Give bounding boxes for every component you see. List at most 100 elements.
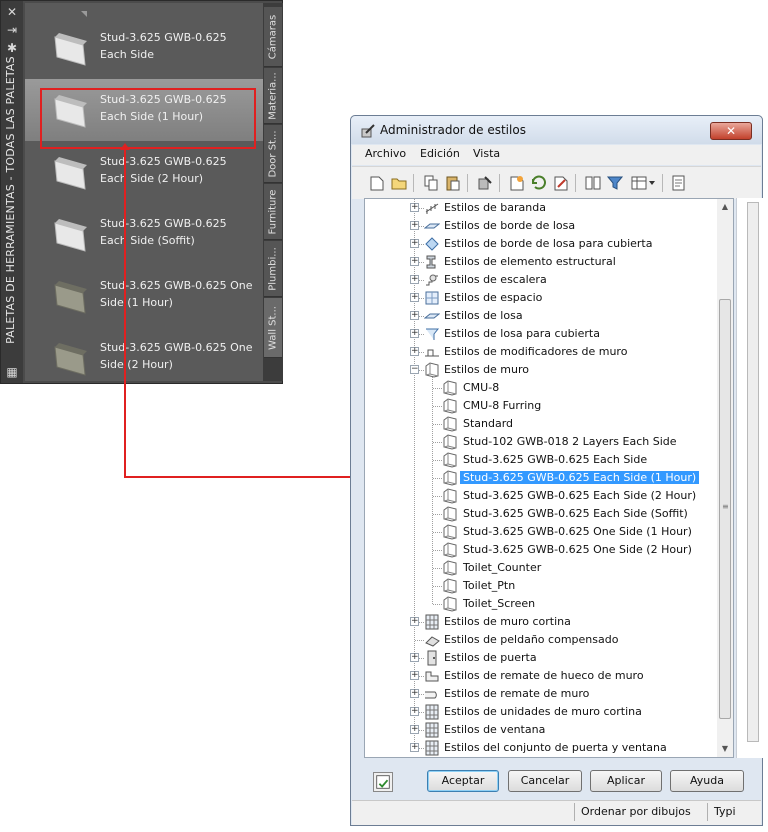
palette-highlight-box xyxy=(40,88,256,149)
inspector-icon[interactable] xyxy=(670,174,688,192)
details-scrollbar[interactable] xyxy=(747,202,759,742)
open-drawing-icon[interactable] xyxy=(390,174,408,192)
tree-style-row[interactable]: Toilet_Counter xyxy=(365,559,717,577)
tree-category-row[interactable]: + Estilos de baranda xyxy=(365,199,717,217)
tree-style-row[interactable]: Toilet_Screen xyxy=(365,595,717,613)
palette-tab[interactable]: Door St... xyxy=(264,125,282,183)
tree-style-row[interactable]: Standard xyxy=(365,415,717,433)
tree-category-row[interactable]: + Estilos de puerta xyxy=(365,649,717,667)
close-button[interactable]: ✕ xyxy=(710,122,752,140)
tree-vertical-scrollbar[interactable]: ▲ ≡ ▼ xyxy=(717,199,733,757)
expand-icon[interactable]: + xyxy=(410,329,419,338)
expand-icon[interactable]: + xyxy=(410,257,419,266)
set-from-icon[interactable] xyxy=(530,174,548,192)
palette-tab-label: Materia... xyxy=(267,71,279,120)
tree-category-row[interactable]: + Estilos de muro cortina xyxy=(365,613,717,631)
tree-style-row[interactable]: CMU-8 xyxy=(365,379,717,397)
tree-style-row[interactable]: Stud-3.625 GWB-0.625 One Side (2 Hour) xyxy=(365,541,717,559)
expand-icon[interactable]: + xyxy=(410,725,419,734)
paste-icon[interactable] xyxy=(444,174,462,192)
scroll-thumb[interactable]: ≡ xyxy=(719,299,731,719)
expand-icon[interactable]: + xyxy=(410,689,419,698)
title-bar[interactable]: Administrador de estilos ✕ xyxy=(351,116,762,144)
expand-icon[interactable]: + xyxy=(410,653,419,662)
tree-style-row[interactable]: Stud-3.625 GWB-0.625 Each Side (Soffit) xyxy=(365,505,717,523)
style-tree[interactable]: + Estilos de baranda + Estilos de borde de … xyxy=(364,198,734,758)
cancel-button[interactable]: Cancelar xyxy=(508,770,582,792)
tree-style-row[interactable]: Stud-3.625 GWB-0.625 Each Side xyxy=(365,451,717,469)
scroll-down-icon[interactable]: ▼ xyxy=(717,741,733,757)
tree-category-row[interactable]: + Estilos de losa xyxy=(365,307,717,325)
expand-icon[interactable]: + xyxy=(410,617,419,626)
expand-icon[interactable]: + xyxy=(410,671,419,680)
purge-icon[interactable] xyxy=(476,174,494,192)
tree-style-row[interactable]: Stud-3.625 GWB-0.625 Each Side (2 Hour) xyxy=(365,487,717,505)
tree-guide xyxy=(415,640,424,641)
tree-category-row[interactable]: + Estilos de remate de muro xyxy=(365,685,717,703)
close-icon[interactable]: ✕ xyxy=(5,5,19,19)
tree-category-row[interactable]: − Estilos de muro xyxy=(365,361,717,379)
new-style-icon[interactable] xyxy=(508,174,526,192)
wall-style-icon xyxy=(442,380,458,396)
expand-icon[interactable]: + xyxy=(410,293,419,302)
palette-tab[interactable]: Furniture xyxy=(264,184,282,240)
expand-icon[interactable]: + xyxy=(410,275,419,284)
status-sort: Ordenar por dibujos xyxy=(581,805,691,818)
copy-icon[interactable] xyxy=(422,174,440,192)
wall-style-icon xyxy=(442,560,458,576)
tree-category-row[interactable]: + Estilos de borde de losa xyxy=(365,217,717,235)
tree-style-row[interactable]: Stud-3.625 GWB-0.625 Each Side (1 Hour) xyxy=(365,469,717,487)
view-options-dropdown-icon[interactable] xyxy=(630,174,656,192)
help-button[interactable]: Ayuda xyxy=(670,770,744,792)
tree-category-row[interactable]: + Estilos de modificadores de muro xyxy=(365,343,717,361)
tree-style-row[interactable]: Toilet_Ptn xyxy=(365,577,717,595)
expand-icon[interactable]: + xyxy=(410,707,419,716)
apply-button[interactable]: Aplicar xyxy=(590,770,662,792)
tree-style-row[interactable]: Stud-102 GWB-018 2 Layers Each Side xyxy=(365,433,717,451)
tree-category-row[interactable]: + Estilos de ventana xyxy=(365,721,717,739)
palette-tab[interactable]: Cámaras xyxy=(264,7,282,67)
palette-menu-icon[interactable]: ▦ xyxy=(5,365,19,379)
palette-tool-item[interactable]: Stud-3.625 GWB-0.625 Each Side xyxy=(25,17,263,79)
expand-icon[interactable]: + xyxy=(410,221,419,230)
wall-tool-icon xyxy=(54,33,87,66)
palette-tool-item[interactable]: Stud-3.625 GWB-0.625 One Side (1 Hour) xyxy=(25,265,263,327)
palette-tool-item[interactable]: Stud-3.625 GWB-0.625 Each Side (2 Hour) xyxy=(25,141,263,203)
palette-title-strip: ✕ ⇥ ✱ PALETAS DE HERRAMIENTAS - TODAS LA… xyxy=(1,1,23,383)
expand-icon[interactable]: + xyxy=(410,347,419,356)
palette-tool-item[interactable]: Stud-3.625 GWB-0.625 One Side (2 Hour) xyxy=(25,327,263,381)
tree-style-row[interactable]: Stud-3.625 GWB-0.625 One Side (1 Hour) xyxy=(365,523,717,541)
palette-tool-item[interactable]: Stud-3.625 GWB-0.625 Each Side (Soffit) xyxy=(25,203,263,265)
tree-node-label: Estilos de peldaño compensado xyxy=(444,633,619,646)
collapse-icon[interactable]: − xyxy=(410,365,419,374)
filter-icon[interactable] xyxy=(606,174,624,192)
new-drawing-icon[interactable] xyxy=(368,174,386,192)
palette-tab[interactable]: Plumbi... xyxy=(264,241,282,297)
tree-category-row[interactable]: + Estilos de losa para cubierta xyxy=(365,325,717,343)
inspect-mode-icon[interactable] xyxy=(373,772,393,792)
tree-category-row[interactable]: + Estilos de remate de hueco de muro xyxy=(365,667,717,685)
expand-icon[interactable]: + xyxy=(410,743,419,752)
palette-tab[interactable]: Wall St... xyxy=(264,298,282,358)
tree-category-row[interactable]: + Estilos de unidades de muro cortina xyxy=(365,703,717,721)
pin-icon[interactable]: ⇥ xyxy=(5,23,19,37)
menu-edicion[interactable]: Edición xyxy=(420,147,460,160)
expand-icon[interactable]: + xyxy=(410,311,419,320)
toggle-view-icon[interactable] xyxy=(584,174,602,192)
ok-button[interactable]: Aceptar xyxy=(427,770,499,792)
menu-vista[interactable]: Vista xyxy=(473,147,500,160)
tree-category-row[interactable]: + Estilos del conjunto de puerta y ventan… xyxy=(365,739,717,757)
edit-style-icon[interactable] xyxy=(552,174,570,192)
tree-category-row[interactable]: + Estilos de escalera xyxy=(365,271,717,289)
tree-category-row[interactable]: + Estilos de borde de losa para cubierta xyxy=(365,235,717,253)
tree-category-row[interactable]: + Estilos de espacio xyxy=(365,289,717,307)
tree-style-row[interactable]: CMU-8 Furring xyxy=(365,397,717,415)
expand-icon[interactable]: + xyxy=(410,239,419,248)
scroll-up-icon[interactable]: ▲ xyxy=(717,199,733,215)
expand-icon[interactable]: + xyxy=(410,203,419,212)
menu-archivo[interactable]: Archivo xyxy=(365,147,406,160)
palette-tab[interactable]: Materia... xyxy=(264,68,282,124)
status-separator xyxy=(574,803,575,821)
tree-category-row[interactable]: Estilos de peldaño compensado xyxy=(365,631,717,649)
tree-category-row[interactable]: + Estilos de elemento estructural xyxy=(365,253,717,271)
